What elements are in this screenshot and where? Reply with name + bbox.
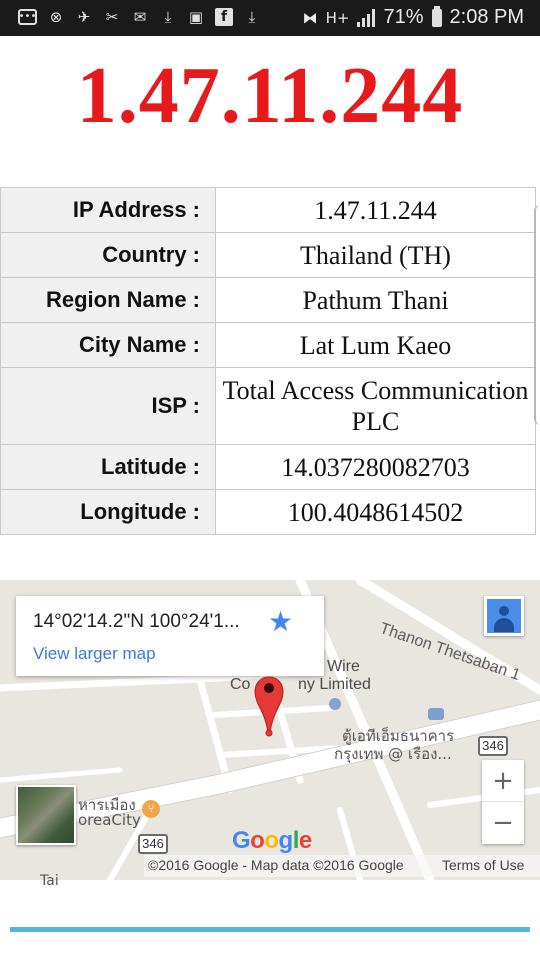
- system-indicators: ⧓ H+ 71% 2:08 PM: [302, 5, 524, 29]
- google-logo: Google: [232, 827, 312, 854]
- atm-icon: [428, 708, 444, 720]
- longitude-label: Longitude :: [0, 489, 216, 535]
- table-row: ISP : Total Access Communication PLC: [0, 367, 536, 445]
- isp-label: ISP :: [0, 367, 216, 445]
- zoom-control: + −: [482, 760, 524, 844]
- table-row: Country : Thailand (TH): [0, 232, 536, 278]
- route-shield: 346: [138, 834, 168, 854]
- country-label: Country :: [0, 232, 216, 278]
- zoom-out-button[interactable]: −: [482, 802, 524, 844]
- city-label: City Name :: [0, 322, 216, 368]
- vibrate-icon: ⧓: [302, 8, 318, 27]
- poi-icon: [329, 698, 341, 710]
- pegman-icon: [487, 599, 521, 633]
- image-icon: ▣: [188, 8, 204, 26]
- restaurant-icon: ⑂: [142, 800, 160, 818]
- coordinates-text: 14°02'14.2"N 100°24'1...: [33, 611, 240, 632]
- battery-icon: [431, 5, 442, 27]
- download-icon: ⤓: [248, 8, 256, 26]
- page-title: 1.47.11.244: [76, 52, 464, 140]
- accent-divider: [10, 927, 530, 932]
- table-row: IP Address : 1.47.11.244: [0, 187, 536, 233]
- map-attribution: ©2016 Google - Map data ©2016 Google: [148, 857, 404, 873]
- notification-icons: ••• ⊗ ✈ ✂ ✉ ⤓ ▣ f ⤓: [18, 8, 261, 26]
- zoom-in-button[interactable]: +: [482, 760, 524, 802]
- atm-label-line2: กรุงเทพ @ เรือง...: [334, 745, 452, 763]
- ip-info-table: IP Address : 1.47.11.244 Country : Thail…: [0, 187, 536, 535]
- satellite-toggle[interactable]: [16, 785, 76, 845]
- mail-icon: ✉: [133, 8, 147, 26]
- network-type: H+: [325, 8, 350, 27]
- page-edge: [534, 205, 540, 425]
- latitude-label: Latitude :: [0, 444, 216, 490]
- download-icon: ⤓: [164, 8, 172, 26]
- longitude-value: 100.4048614502: [215, 489, 536, 535]
- facebook-icon: f: [215, 8, 233, 26]
- korea-label-line2: oreaCity: [78, 811, 141, 829]
- ip-address-value: 1.47.11.244: [215, 187, 536, 233]
- street-view-button[interactable]: [484, 596, 524, 636]
- location-pin-icon[interactable]: [253, 675, 285, 737]
- table-row: City Name : Lat Lum Kaeo: [0, 322, 536, 368]
- status-bar: ••• ⊗ ✈ ✂ ✉ ⤓ ▣ f ⤓ ⧓ H+ 71% 2:08 PM: [0, 0, 540, 36]
- region-label: Region Name :: [0, 277, 216, 323]
- chat-icon: •••: [18, 9, 37, 25]
- clock: 2:08 PM: [449, 6, 524, 28]
- bird-icon: ✈: [77, 8, 91, 26]
- company-label-line1: Wire: [327, 658, 360, 675]
- route-shield: 346: [478, 736, 508, 756]
- company-label-line2b: ny Limited: [298, 676, 371, 693]
- mute-icon: ✂: [105, 8, 119, 26]
- table-row: Latitude : 14.037280082703: [0, 444, 536, 490]
- city-value: Lat Lum Kaeo: [215, 322, 536, 368]
- xbox-icon: ⊗: [49, 8, 63, 26]
- region-value: Pathum Thani: [215, 277, 536, 323]
- battery-percent: 71%: [383, 6, 424, 28]
- terms-of-use-link[interactable]: Terms of Use: [442, 857, 524, 873]
- company-label-line2a: Co: [230, 676, 251, 693]
- country-value: Thailand (TH): [215, 232, 536, 278]
- view-larger-map-link[interactable]: View larger map: [33, 644, 156, 664]
- star-icon[interactable]: ★: [268, 607, 293, 637]
- table-row: Longitude : 100.4048614502: [0, 489, 536, 535]
- map-label-fragment: Tai: [40, 873, 59, 889]
- ip-address-label: IP Address :: [0, 187, 216, 233]
- location-card: 14°02'14.2"N 100°24'1... ★ View larger m…: [16, 596, 324, 676]
- isp-value: Total Access Communication PLC: [215, 367, 536, 445]
- signal-icon: [357, 8, 376, 27]
- latitude-value: 14.037280082703: [215, 444, 536, 490]
- table-row: Region Name : Pathum Thani: [0, 277, 536, 323]
